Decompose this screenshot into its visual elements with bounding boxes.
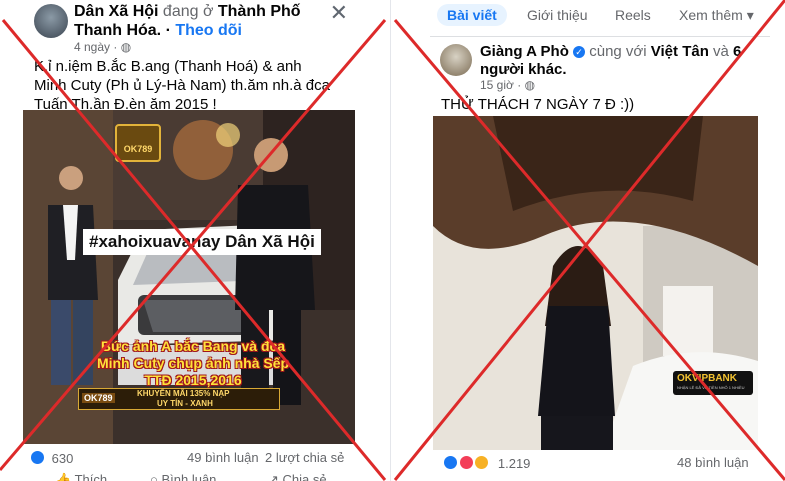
tab-reels[interactable]: Reels — [605, 4, 661, 26]
post-header: Dân Xã Hội đang ở Thành Phố Thanh Hóa. ·… — [74, 3, 301, 39]
tagged-user[interactable]: Việt Tân — [651, 43, 709, 60]
checkin-text: đang ở — [162, 3, 214, 20]
photo-hashtag: #xahoixuavanay Dân Xã Hội — [83, 229, 321, 255]
post-time[interactable]: 15 giờ · ◍ — [480, 78, 535, 92]
like-reaction-icon — [443, 455, 458, 470]
post-header: Giàng A Phò ✓ cùng với Việt Tân và 6 ngư… — [480, 43, 742, 78]
left-post: Dân Xã Hội đang ở Thành Phố Thanh Hóa. ·… — [0, 0, 370, 481]
photo-caption: Bức ảnh A bắc Bang và đca Minh Cuty chụp… — [96, 338, 290, 388]
love-reaction-icon — [458, 455, 474, 470]
post-text: K.ỉ n.iệm B.ắc B.ang (Thanh Hoá) & anh M… — [34, 58, 330, 113]
profile-tabs: Bài viết Giới thiệu Reels Xem thêm ▾ — [425, 0, 785, 32]
right-post: Bài viết Giới thiệu Reels Xem thêm ▾ Già… — [425, 0, 785, 481]
reactions-summary[interactable]: 1.219 — [443, 455, 530, 471]
post-photo[interactable]: OKVIPBANK NHẬN LÊ ĐÃ VÀ TIỀN NHỎ 1 NHIỀU — [433, 116, 758, 450]
post-photo[interactable]: OK789 #xahoixuavanay Dân Xã Hội Bức ảnh … — [23, 110, 355, 444]
watermark-banner: OKVIPBANK NHẬN LÊ ĐÃ VÀ TIỀN NHỎ 1 NHIỀU — [673, 371, 753, 395]
comment-icon: ○ — [150, 472, 158, 481]
brand-badge-top: OK789 — [115, 124, 161, 162]
haha-reaction-icon — [474, 455, 490, 470]
post-text: THỬ THÁCH 7 NGÀY 7 Đ :)) — [441, 96, 635, 113]
chevron-down-icon: ▾ — [746, 7, 754, 23]
globe-icon: ◍ — [524, 78, 536, 92]
thumbs-up-icon: 👍 — [55, 472, 72, 481]
tab-about[interactable]: Giới thiệu — [517, 4, 598, 26]
close-icon[interactable]: ✕ — [330, 0, 348, 26]
author-avatar[interactable] — [440, 44, 472, 76]
comments-count[interactable]: 48 bình luận — [677, 455, 749, 470]
comments-count[interactable]: 49 bình luận — [187, 450, 259, 465]
watermark-sub: NHẬN LÊ ĐÃ VÀ TIỀN NHỎ 1 NHIỀU — [677, 385, 745, 390]
author-name[interactable]: Giàng A Phò — [480, 43, 569, 60]
share-button[interactable]: ↗ Chia sẻ — [268, 472, 327, 481]
photo-scene — [433, 116, 758, 450]
author-name[interactable]: Dân Xã Hội — [74, 3, 158, 20]
post-time[interactable]: 4 ngày · ◍ — [74, 40, 131, 54]
promo-banner: OK789 KHUYẾN MÃI 135% NẠP UY TÍN - XANH — [78, 388, 280, 410]
reactions-summary[interactable]: 630 — [30, 450, 73, 466]
verified-badge-icon: ✓ — [573, 46, 586, 58]
globe-icon: ◍ — [120, 40, 132, 54]
share-icon: ↗ — [268, 472, 279, 481]
follow-button[interactable]: Theo dõi — [175, 22, 242, 39]
like-button[interactable]: 👍 Thích — [55, 472, 107, 481]
brand-badge-bottom: OK789 — [82, 393, 115, 403]
tab-posts[interactable]: Bài viết — [437, 4, 507, 26]
shares-count[interactable]: 2 lượt chia sẻ — [265, 450, 344, 465]
comment-button[interactable]: ○ Bình luận — [150, 472, 216, 481]
watermark-brand: OKVIPBANK — [677, 373, 738, 384]
like-reaction-icon — [30, 450, 45, 465]
tabs-divider — [430, 36, 770, 37]
author-avatar[interactable] — [34, 4, 68, 38]
panel-divider — [390, 0, 391, 481]
tab-more[interactable]: Xem thêm ▾ — [669, 4, 764, 27]
